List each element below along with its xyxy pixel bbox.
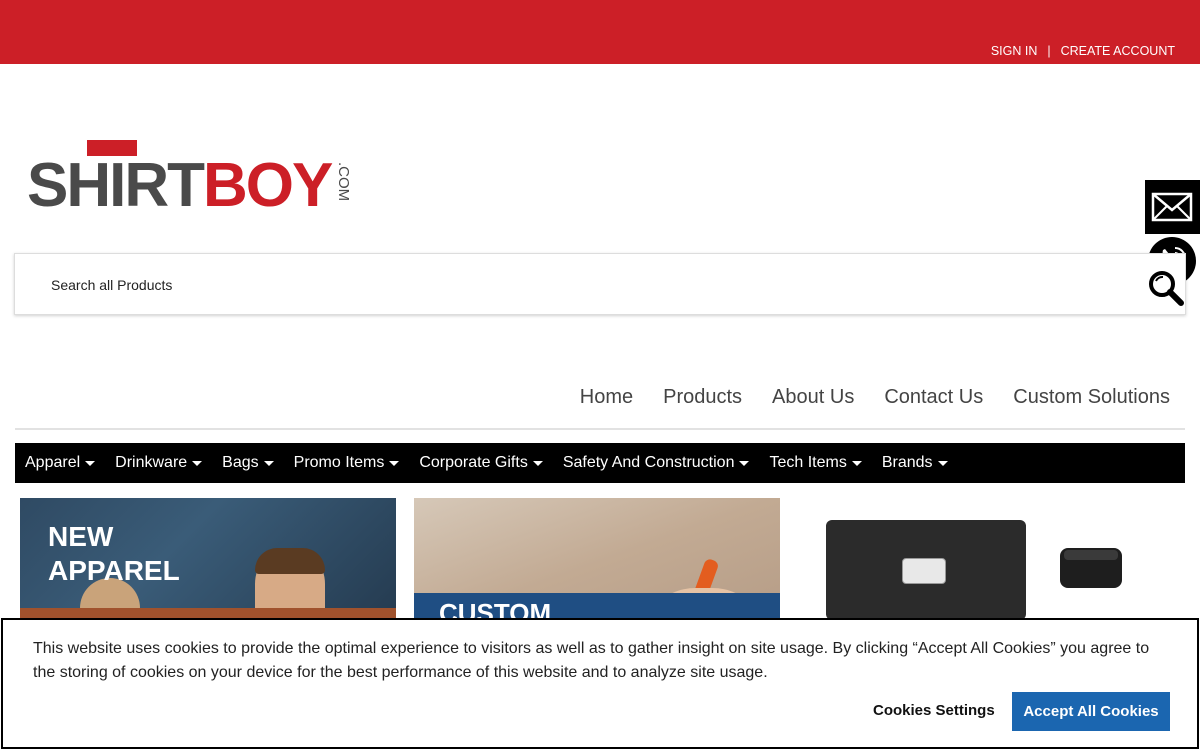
category-label: Drinkware bbox=[115, 454, 188, 471]
main-navigation: Home Products About Us Contact Us Custom… bbox=[580, 386, 1170, 409]
sign-in-link[interactable]: SIGN IN bbox=[991, 44, 1038, 58]
category-safety-construction[interactable]: Safety And Construction bbox=[563, 454, 750, 472]
category-label: Bags bbox=[222, 454, 259, 471]
category-label: Corporate Gifts bbox=[419, 454, 528, 471]
category-label: Safety And Construction bbox=[562, 454, 735, 471]
category-label: Apparel bbox=[25, 454, 81, 471]
nav-about-us[interactable]: About Us bbox=[772, 386, 854, 409]
search-bar bbox=[14, 253, 1186, 315]
category-brands[interactable]: Brands bbox=[882, 454, 948, 472]
cookie-message: This website uses cookies to provide the… bbox=[33, 640, 1150, 681]
category-menu-bar: Apparel Drinkware Bags Promo Items Corpo… bbox=[15, 443, 1185, 483]
tech-products-banner[interactable] bbox=[800, 498, 1180, 628]
caret-down-icon bbox=[263, 460, 274, 466]
caret-down-icon bbox=[85, 460, 96, 466]
earbuds-case-image bbox=[1060, 548, 1122, 588]
category-apparel[interactable]: Apparel bbox=[25, 454, 96, 472]
caret-down-icon bbox=[389, 460, 400, 466]
logo-graphic: SHIRT BOY .COM bbox=[27, 140, 352, 220]
email-icon[interactable] bbox=[1145, 180, 1200, 234]
account-links: SIGN IN | CREATE ACCOUNT bbox=[991, 44, 1175, 58]
cookies-settings-button[interactable]: Cookies Settings bbox=[873, 702, 995, 719]
create-account-link[interactable]: CREATE ACCOUNT bbox=[1061, 44, 1175, 58]
tech-pouch-image bbox=[826, 520, 1026, 620]
nav-home[interactable]: Home bbox=[580, 386, 633, 409]
category-label: Brands bbox=[881, 454, 933, 471]
logo-text-boy: BOY bbox=[203, 151, 333, 212]
caret-down-icon bbox=[192, 460, 203, 466]
caret-down-icon bbox=[851, 460, 862, 466]
category-tech-items[interactable]: Tech Items bbox=[769, 454, 862, 472]
accept-all-cookies-button[interactable]: Accept All Cookies bbox=[1012, 692, 1170, 731]
new-apparel-title-line1: NEW bbox=[48, 521, 114, 552]
search-icon[interactable] bbox=[1145, 268, 1187, 308]
nav-custom-solutions[interactable]: Custom Solutions bbox=[1013, 386, 1170, 409]
shirtboy-logo[interactable]: SHIRT BOY .COM bbox=[27, 140, 357, 220]
category-drinkware[interactable]: Drinkware bbox=[115, 454, 203, 472]
category-promo-items[interactable]: Promo Items bbox=[294, 454, 400, 472]
top-header-bar: SIGN IN | CREATE ACCOUNT bbox=[0, 0, 1200, 64]
nav-divider bbox=[15, 428, 1185, 430]
new-apparel-title: NEW APPAREL bbox=[48, 520, 180, 588]
search-input[interactable] bbox=[51, 274, 1131, 296]
new-apparel-title-line2: APPAREL bbox=[48, 555, 180, 586]
caret-down-icon bbox=[739, 460, 750, 466]
caret-down-icon bbox=[937, 460, 948, 466]
category-label: Tech Items bbox=[769, 454, 847, 471]
new-apparel-banner[interactable]: NEW APPAREL bbox=[20, 498, 396, 628]
category-bags[interactable]: Bags bbox=[222, 454, 274, 472]
logo-text-shirt: SHIRT bbox=[27, 151, 205, 212]
nav-contact-us[interactable]: Contact Us bbox=[884, 386, 983, 409]
cookie-consent-banner: This website uses cookies to provide the… bbox=[1, 618, 1199, 749]
logo-text-com: .COM bbox=[335, 162, 352, 201]
nav-products[interactable]: Products bbox=[663, 386, 742, 409]
category-label: Promo Items bbox=[293, 454, 385, 471]
custom-banner[interactable]: CUSTOM bbox=[414, 498, 780, 628]
category-corporate-gifts[interactable]: Corporate Gifts bbox=[419, 454, 543, 472]
account-separator: | bbox=[1047, 44, 1051, 58]
caret-down-icon bbox=[532, 460, 543, 466]
